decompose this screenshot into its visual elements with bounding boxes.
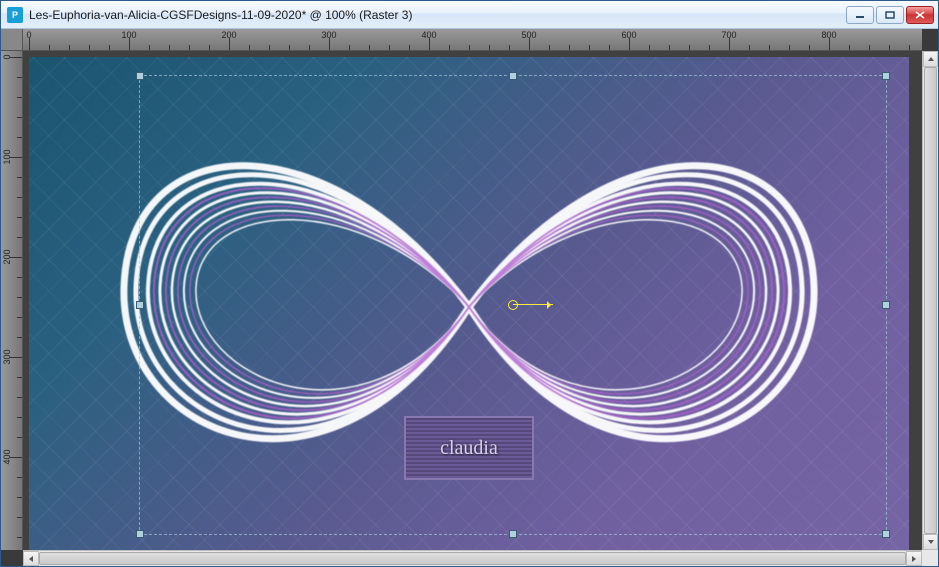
- ruler-horizontal[interactable]: 0100200300400500600700800: [23, 29, 922, 51]
- scroll-left-button[interactable]: [23, 551, 39, 566]
- scroll-thumb-vertical[interactable]: [924, 67, 937, 534]
- scrollbar-vertical[interactable]: [922, 51, 938, 550]
- scroll-right-button[interactable]: [906, 551, 922, 566]
- canvas-viewport[interactable]: claudia: [23, 51, 922, 550]
- scroll-down-button[interactable]: [923, 534, 938, 550]
- maximize-button[interactable]: [876, 6, 904, 24]
- minimize-button[interactable]: [846, 6, 874, 24]
- titlebar[interactable]: P Les-Euphoria-van-Alicia-CGSFDesigns-11…: [1, 1, 938, 29]
- app-icon: P: [7, 7, 23, 23]
- scroll-corner: [922, 550, 938, 566]
- scroll-up-button[interactable]: [923, 51, 938, 67]
- watermark-text: claudia: [440, 437, 498, 460]
- ruler-vertical[interactable]: 0100200300400: [1, 51, 23, 550]
- app-icon-glyph: P: [12, 10, 18, 20]
- canvas[interactable]: claudia: [29, 57, 909, 550]
- app-window: P Les-Euphoria-van-Alicia-CGSFDesigns-11…: [0, 0, 939, 567]
- scroll-thumb-horizontal[interactable]: [39, 552, 906, 565]
- workspace: 0100200300400500600700800 0100200300400: [1, 29, 938, 566]
- window-title: Les-Euphoria-van-Alicia-CGSFDesigns-11-0…: [29, 8, 846, 22]
- ruler-corner[interactable]: [1, 29, 23, 51]
- close-button[interactable]: [906, 6, 934, 24]
- scrollbar-horizontal[interactable]: [23, 550, 922, 566]
- window-controls: [846, 6, 934, 24]
- watermark-badge: claudia: [404, 416, 534, 480]
